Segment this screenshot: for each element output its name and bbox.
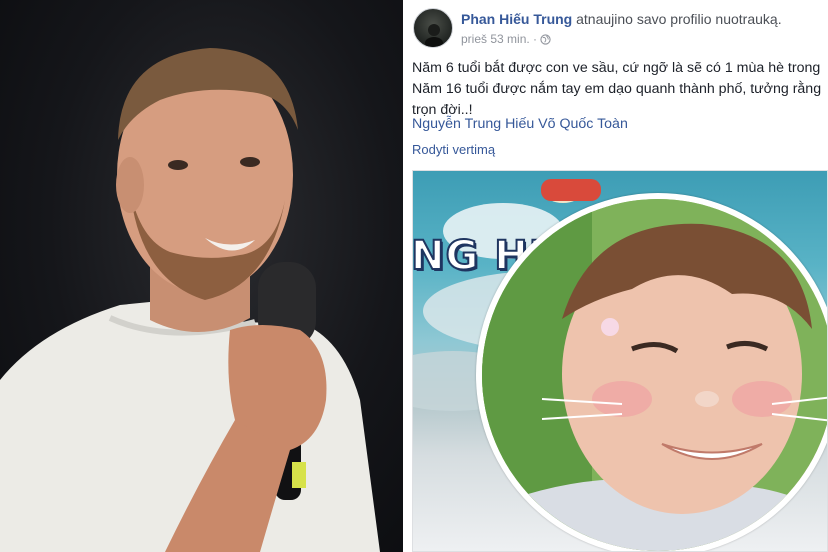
post-header: Phan Hiếu Trung atnaujino savo profilio … bbox=[461, 11, 782, 27]
post-meta: prieš 53 min. · bbox=[461, 32, 551, 46]
speaker-illustration bbox=[0, 48, 380, 552]
tagged-people[interactable]: Nguyễn Trung Hiếu Võ Quốc Toàn bbox=[412, 116, 628, 132]
globe-icon[interactable] bbox=[540, 33, 551, 45]
facebook-post: Phan Hiếu Trung atnaujino savo profilio … bbox=[407, 0, 828, 552]
boy-portrait-illustration bbox=[482, 199, 827, 551]
cover-photo[interactable]: NG HIE bbox=[412, 170, 828, 552]
author-avatar[interactable] bbox=[413, 8, 453, 48]
speaker-photo bbox=[0, 0, 403, 552]
post-action-text: atnaujino savo profilio nuotrauką. bbox=[572, 11, 782, 27]
post-text-line: Năm 6 tuổi bắt được con ve sầu, cứ ngỡ l… bbox=[412, 60, 821, 76]
avatar-figure-icon bbox=[425, 24, 443, 47]
post-text-line: Năm 16 tuổi được nắm tay em dạo quanh th… bbox=[412, 81, 822, 97]
profile-picture[interactable] bbox=[476, 193, 827, 551]
profile-picture-image bbox=[482, 199, 827, 551]
post-timestamp[interactable]: prieš 53 min. · bbox=[461, 32, 537, 46]
post-body: Năm 6 tuổi bắt được con ve sầu, cứ ngỡ l… bbox=[412, 58, 824, 121]
see-translation-link[interactable]: Rodyti vertimą bbox=[412, 142, 495, 157]
author-name-link[interactable]: Phan Hiếu Trung bbox=[461, 11, 572, 27]
